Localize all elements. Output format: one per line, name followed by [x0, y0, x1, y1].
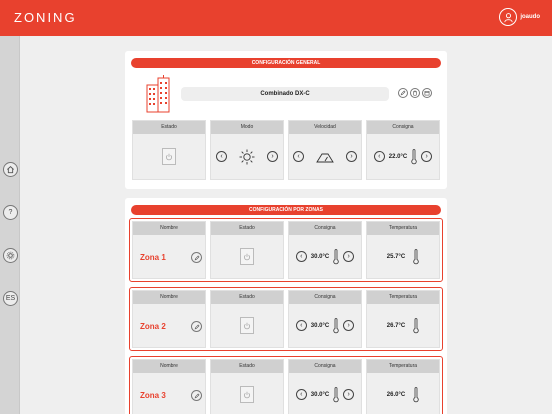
general-consigna-value: 22.0°C [388, 153, 408, 160]
zone-nombre-cell: Nombre [132, 290, 206, 348]
general-modo-header: Modo [211, 121, 283, 134]
zone-consigna-down-button[interactable]: ‹ [295, 320, 307, 331]
sidebar: ? ES [0, 36, 20, 414]
general-velocidad-cell: Velocidad ‹ › [288, 120, 362, 180]
zone-consigna-up-button[interactable]: › [343, 251, 355, 262]
zone-nombre-header: Nombre [133, 222, 205, 235]
zone-edit-icon[interactable] [191, 390, 202, 401]
zone-temperatura-header: Temperatura [367, 291, 439, 304]
zone-name: Zona 3 [140, 391, 166, 400]
thermometer-icon [333, 248, 339, 264]
zone-consigna-header: Consigna [289, 222, 361, 235]
general-estado-header: Estado [133, 121, 205, 134]
zone-consigna-up-button[interactable]: › [343, 389, 355, 400]
zone-temperatura-header: Temperatura [367, 222, 439, 235]
thermometer-icon [333, 317, 339, 333]
zone-consigna-header: Consigna [289, 291, 361, 304]
consigna-up-button[interactable]: › [421, 151, 433, 162]
delete-icon[interactable] [410, 88, 420, 98]
user-icon [499, 8, 518, 26]
device-name: Combinado DX-C [181, 87, 389, 101]
zone-estado-cell: Estado [210, 359, 284, 414]
thermometer-icon [413, 248, 419, 264]
general-modo-cell: Modo ‹ › [210, 120, 284, 180]
top-bar: ZONING joaudo [0, 0, 552, 36]
general-velocidad-header: Velocidad [289, 121, 361, 134]
modo-prev-button[interactable]: ‹ [216, 151, 227, 162]
zone-consigna-value: 30.0°C [310, 253, 330, 260]
zone-power-button[interactable] [240, 386, 254, 403]
settings-icon[interactable] [3, 248, 18, 263]
consigna-down-button[interactable]: ‹ [373, 151, 385, 162]
general-estado-cell: Estado [132, 120, 206, 180]
zone-row: Nombre Zona 2 Estado Consigna ‹ 30.0°C › [129, 287, 443, 351]
zone-consigna-value: 30.0°C [310, 391, 330, 398]
velocidad-prev-button[interactable]: ‹ [293, 151, 304, 162]
app-logo: ZONING [14, 10, 77, 25]
zone-estado-cell: Estado [210, 221, 284, 279]
language-label: ES [5, 295, 16, 302]
zone-temperatura-value: 25.7°C [386, 253, 406, 260]
sun-icon [239, 149, 255, 164]
zone-nombre-cell: Nombre [132, 221, 206, 279]
modo-next-button[interactable]: › [267, 151, 278, 162]
general-consigna-header: Consigna [367, 121, 439, 134]
zones-config-card: CONFIGURACIÓN POR ZONAS Nombre Zona 1 Es… [125, 198, 447, 414]
zone-temperatura-cell: Temperatura 26.0°C [366, 359, 440, 414]
zone-edit-icon[interactable] [191, 321, 202, 332]
general-config-title: CONFIGURACIÓN GENERAL [131, 58, 441, 68]
zone-consigna-cell: Consigna ‹ 30.0°C › [288, 221, 362, 279]
thermometer-icon [411, 148, 417, 164]
help-icon[interactable]: ? [3, 205, 18, 220]
zone-power-button[interactable] [240, 248, 254, 265]
zone-edit-icon[interactable] [191, 252, 202, 263]
help-label: ? [8, 209, 13, 216]
thermometer-icon [413, 386, 419, 402]
building-icon [146, 75, 170, 113]
zone-consigna-down-button[interactable]: ‹ [295, 389, 307, 400]
user-menu[interactable]: joaudo [499, 8, 540, 26]
general-power-button[interactable] [162, 148, 176, 165]
zone-consigna-header: Consigna [289, 360, 361, 373]
zone-temperatura-cell: Temperatura 25.7°C [366, 221, 440, 279]
general-config-card: CONFIGURACIÓN GENERAL Combinado DX-C Est… [125, 51, 447, 189]
zone-consigna-up-button[interactable]: › [343, 320, 355, 331]
zone-nombre-header: Nombre [133, 291, 205, 304]
zone-row: Nombre Zona 1 Estado Consigna ‹ 30.0°C › [129, 218, 443, 282]
thermometer-icon [413, 317, 419, 333]
zone-temperatura-value: 26.0°C [386, 391, 406, 398]
zone-consigna-cell: Consigna ‹ 30.0°C › [288, 359, 362, 414]
zone-estado-cell: Estado [210, 290, 284, 348]
zone-consigna-cell: Consigna ‹ 30.0°C › [288, 290, 362, 348]
home-icon[interactable] [3, 162, 18, 177]
calendar-icon[interactable] [422, 88, 432, 98]
zone-estado-header: Estado [211, 222, 283, 235]
zone-nombre-cell: Nombre [132, 359, 206, 414]
thermometer-icon [333, 386, 339, 402]
zone-temperatura-value: 26.7°C [386, 322, 406, 329]
zone-estado-header: Estado [211, 360, 283, 373]
zone-row: Nombre Zona 3 Estado Consigna ‹ 30.0°C › [129, 356, 443, 414]
zone-power-button[interactable] [240, 317, 254, 334]
zones-config-title: CONFIGURACIÓN POR ZONAS [131, 205, 441, 215]
language-button[interactable]: ES [3, 291, 18, 306]
user-name: joaudo [520, 14, 540, 20]
zone-nombre-header: Nombre [133, 360, 205, 373]
zone-consigna-value: 30.0°C [310, 322, 330, 329]
zone-consigna-down-button[interactable]: ‹ [295, 251, 307, 262]
zone-name: Zona 1 [140, 253, 166, 262]
zone-temperatura-cell: Temperatura 26.7°C [366, 290, 440, 348]
zone-temperatura-header: Temperatura [367, 360, 439, 373]
edit-icon[interactable] [398, 88, 408, 98]
velocidad-next-button[interactable]: › [346, 151, 357, 162]
zone-estado-header: Estado [211, 291, 283, 304]
general-consigna-cell: Consigna ‹ 22.0°C › [366, 120, 440, 180]
fan-speed-icon [316, 153, 334, 162]
zone-name: Zona 2 [140, 322, 166, 331]
